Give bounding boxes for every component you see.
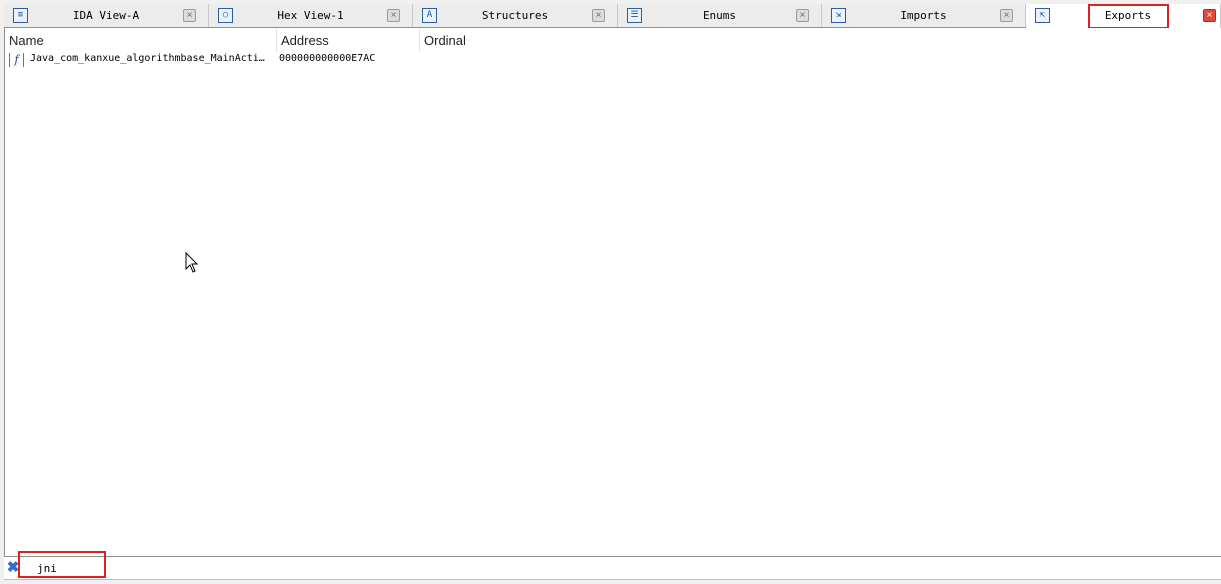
column-header-address[interactable]: Address (277, 28, 420, 52)
exports-table: Name Address Ordinal f Java_com_kanxue_a… (4, 28, 1221, 557)
tab-label: Hex View-1 (277, 9, 344, 22)
column-label: Address (281, 33, 329, 48)
ida-view-icon: ≡ (13, 8, 28, 23)
filter-bar: ✖ (4, 551, 1221, 580)
tab-label: Structures (481, 9, 549, 22)
tab-imports[interactable]: ⇲ Imports × (822, 4, 1026, 27)
hex-view-icon: ○ (218, 8, 233, 23)
column-header-name[interactable]: Name (5, 28, 277, 52)
tab-label: IDA View-A (72, 9, 140, 22)
close-icon[interactable]: × (1203, 9, 1216, 22)
tab-structures[interactable]: A Structures × (413, 4, 618, 27)
close-icon[interactable]: × (387, 9, 400, 22)
tab-bar: ≡ IDA View-A × ○ Hex View-1 × A Structur… (4, 4, 1221, 29)
export-name: Java_com_kanxue_algorithmbase_MainActi… (30, 53, 265, 64)
tab-label: Imports (900, 9, 947, 22)
highlight-box (18, 551, 106, 578)
export-address: 000000000000E7AC (279, 53, 376, 64)
tab-label: Enums (702, 9, 737, 22)
close-icon[interactable]: × (183, 9, 196, 22)
mouse-cursor-icon (185, 252, 199, 273)
table-row[interactable]: f Java_com_kanxue_algorithmbase_MainActi… (5, 52, 1221, 68)
tab-hex-view-1[interactable]: ○ Hex View-1 × (209, 4, 413, 27)
exports-icon: ⇱ (1035, 8, 1050, 23)
structures-icon: A (422, 8, 437, 23)
function-icon: f (9, 53, 24, 67)
enums-icon: ☰ (627, 8, 642, 23)
tab-enums[interactable]: ☰ Enums × (618, 4, 822, 27)
column-label: Ordinal (424, 33, 466, 48)
highlight-box (1088, 4, 1169, 29)
close-icon[interactable]: × (1000, 9, 1013, 22)
tab-ida-view-a[interactable]: ≡ IDA View-A × (4, 4, 209, 27)
imports-icon: ⇲ (831, 8, 846, 23)
close-icon[interactable]: × (796, 9, 809, 22)
close-icon[interactable]: × (592, 9, 605, 22)
column-label: Name (9, 33, 44, 48)
column-header-ordinal[interactable]: Ordinal (420, 28, 540, 52)
